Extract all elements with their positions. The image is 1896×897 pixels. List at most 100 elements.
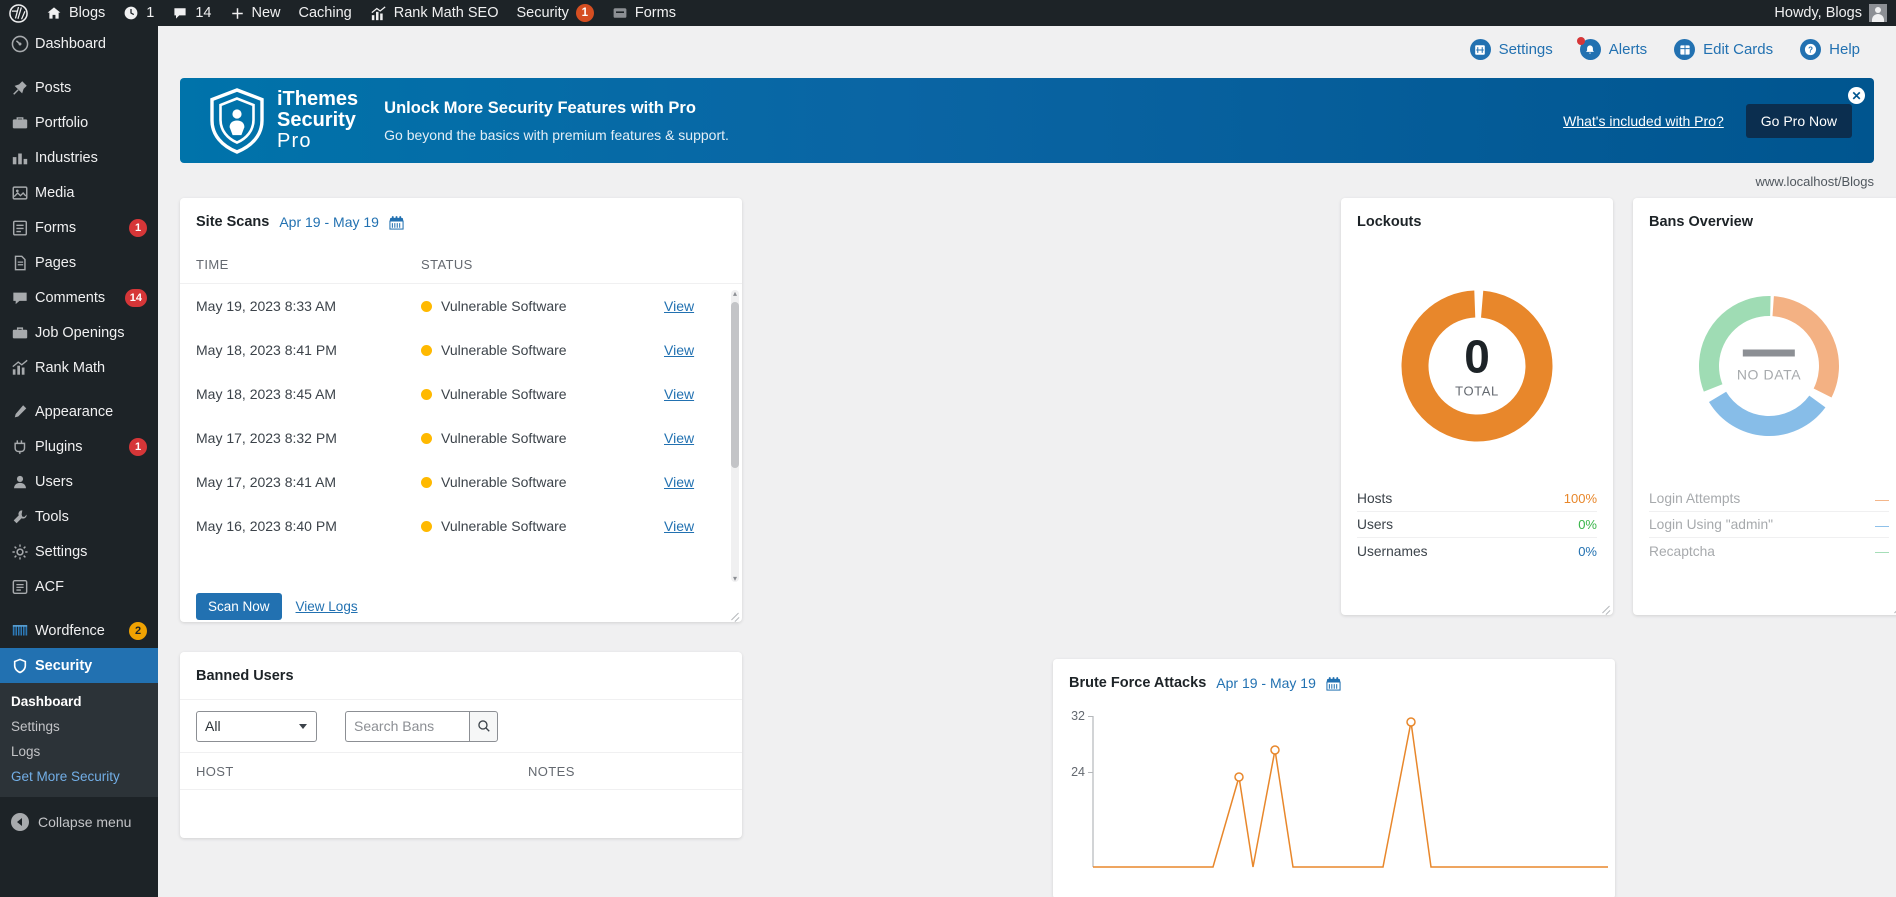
lockouts-stats-list: Hosts 100% Users 0% Usernames 0% xyxy=(1341,486,1613,574)
date-range-label[interactable]: Apr 19 - May 19 xyxy=(279,214,379,230)
card-resize-handle[interactable] xyxy=(1892,602,1896,613)
table-row[interactable]: May 18, 2023 8:41 PM Vulnerable Software… xyxy=(180,328,742,372)
whats-included-link[interactable]: What's included with Pro? xyxy=(1563,113,1724,129)
ithemes-shield-icon xyxy=(208,87,266,154)
toolbar-settings-button[interactable]: Settings xyxy=(1469,39,1553,60)
security-menu[interactable]: Security 1 xyxy=(507,0,602,26)
data-point xyxy=(1270,745,1280,755)
comments-menu[interactable]: 14 xyxy=(163,0,220,26)
menu-separator xyxy=(0,385,158,394)
calendar-icon[interactable] xyxy=(389,215,404,230)
sidebar-label: Plugins xyxy=(35,438,83,455)
sidebar-label: Posts xyxy=(35,79,72,96)
sidebar-item-media[interactable]: Media xyxy=(0,175,158,210)
sidebar-item-security[interactable]: Security xyxy=(0,648,166,683)
card-resize-handle[interactable] xyxy=(1600,602,1611,613)
view-link[interactable]: View xyxy=(664,518,694,534)
view-link[interactable]: View xyxy=(664,386,694,402)
stat-value: 0% xyxy=(1578,543,1597,559)
sidebar-item-posts[interactable]: Posts xyxy=(0,70,158,105)
submenu-item-get-more-security[interactable]: Get More Security xyxy=(0,764,158,789)
collapse-menu-label: Collapse menu xyxy=(38,814,132,830)
table-row[interactable]: May 18, 2023 8:45 AM Vulnerable Software… xyxy=(180,372,742,416)
view-link[interactable]: View xyxy=(664,298,694,314)
table-row[interactable]: May 19, 2023 8:33 AM Vulnerable Software… xyxy=(180,284,742,328)
forms-menu[interactable]: Forms xyxy=(603,0,685,26)
scan-now-button[interactable]: Scan Now xyxy=(196,592,282,620)
scan-time: May 18, 2023 8:45 AM xyxy=(196,386,337,402)
view-link[interactable]: View xyxy=(664,474,694,490)
list-item: Users 0% xyxy=(1357,512,1597,538)
status-dot-icon xyxy=(421,344,432,356)
submenu-item-settings[interactable]: Settings xyxy=(0,714,158,739)
toolbar-label: Alerts xyxy=(1608,41,1648,58)
sidebar-item-industries[interactable]: Industries xyxy=(0,140,158,175)
ban-filter-select[interactable]: All xyxy=(196,710,317,742)
table-row[interactable]: May 16, 2023 8:40 PM Vulnerable Software… xyxy=(180,504,742,548)
scrollbar-track[interactable]: ▴ ▾ xyxy=(731,289,739,583)
shield-icon xyxy=(11,657,35,675)
sidebar-item-acf[interactable]: ACF xyxy=(0,569,158,604)
security-submenu: Dashboard Settings Logs Get More Securit… xyxy=(0,683,158,797)
sidebar-item-comments[interactable]: Comments 14 xyxy=(0,280,158,315)
calendar-icon[interactable] xyxy=(1326,676,1341,691)
sliders-icon xyxy=(1469,39,1491,60)
view-link[interactable]: View xyxy=(664,342,694,358)
scan-time: May 16, 2023 8:40 PM xyxy=(196,518,337,534)
scrollbar-thumb[interactable] xyxy=(731,302,739,468)
sidebar-item-settings[interactable]: Settings xyxy=(0,534,158,569)
sidebar-item-portfolio[interactable]: Portfolio xyxy=(0,105,158,140)
wp-logo-menu[interactable] xyxy=(0,0,37,26)
scan-status: Vulnerable Software xyxy=(421,430,664,446)
scroll-down-arrow-icon[interactable]: ▾ xyxy=(731,574,739,583)
sidebar-label: Comments xyxy=(35,289,106,306)
submenu-item-logs[interactable]: Logs xyxy=(0,739,158,764)
close-icon[interactable]: ✕ xyxy=(1848,87,1865,104)
stat-label: Usernames xyxy=(1357,543,1428,559)
toolbar-edit-cards-button[interactable]: Edit Cards xyxy=(1674,39,1773,60)
search-button[interactable] xyxy=(469,710,498,742)
card-resize-handle[interactable] xyxy=(729,609,740,620)
card-header: Site Scans Apr 19 - May 19 xyxy=(180,198,742,246)
view-logs-link[interactable]: View Logs xyxy=(296,599,358,614)
caching-menu[interactable]: Caching xyxy=(290,0,361,26)
sidebar-item-plugins[interactable]: Plugins 1 xyxy=(0,429,158,464)
scan-status-label: Vulnerable Software xyxy=(441,298,567,314)
view-link[interactable]: View xyxy=(664,430,694,446)
site-name-menu[interactable]: Blogs xyxy=(37,0,114,26)
rank-math-menu[interactable]: Rank Math SEO xyxy=(361,0,508,26)
my-account-menu[interactable]: Howdy, Blogs xyxy=(1765,0,1896,26)
go-pro-now-button[interactable]: Go Pro Now xyxy=(1745,103,1852,138)
sidebar-label: Media xyxy=(35,184,75,201)
comments-icon xyxy=(11,289,35,307)
scan-status: Vulnerable Software xyxy=(421,298,664,314)
table-row[interactable]: May 17, 2023 8:41 AM Vulnerable Software… xyxy=(180,460,742,504)
sidebar-badge: 2 xyxy=(129,621,147,640)
submenu-item-dashboard[interactable]: Dashboard xyxy=(0,689,158,714)
search-bans-input[interactable] xyxy=(345,710,469,742)
table-row[interactable]: May 17, 2023 8:32 PM Vulnerable Software… xyxy=(180,416,742,460)
sidebar-item-tools[interactable]: Tools xyxy=(0,499,158,534)
sidebar-item-pages[interactable]: Pages xyxy=(0,245,158,280)
svg-text:?: ? xyxy=(1808,46,1813,55)
sidebar-item-users[interactable]: Users xyxy=(0,464,158,499)
promo-headline: Unlock More Security Features with Pro xyxy=(384,98,696,117)
date-range-label[interactable]: Apr 19 - May 19 xyxy=(1216,675,1316,691)
logo-line-3: Pro xyxy=(277,129,312,152)
sidebar-label: Settings xyxy=(35,543,88,560)
sidebar-item-dashboard[interactable]: Dashboard xyxy=(0,26,158,61)
admin-content-area: Settings Alerts Edit Cards ? Help iTheme… xyxy=(158,26,1896,897)
toolbar-help-button[interactable]: ? Help xyxy=(1800,39,1860,60)
new-content-menu[interactable]: New xyxy=(221,0,290,26)
collapse-menu-button[interactable]: Collapse menu xyxy=(0,805,158,839)
toolbar-alerts-button[interactable]: Alerts xyxy=(1576,37,1648,60)
scroll-up-arrow-icon[interactable]: ▴ xyxy=(731,289,739,298)
sidebar-item-job-openings[interactable]: Job Openings xyxy=(0,315,158,350)
sidebar-item-appearance[interactable]: Appearance xyxy=(0,394,158,429)
site-name-label: Blogs xyxy=(69,5,106,21)
sidebar-item-forms[interactable]: Forms 1 xyxy=(0,210,158,245)
sidebar-item-rank-math[interactable]: Rank Math xyxy=(0,350,158,385)
chart-plot-area xyxy=(1092,716,1608,868)
sidebar-item-wordfence[interactable]: Wordfence 2 xyxy=(0,613,158,648)
updates-menu[interactable]: 1 xyxy=(114,0,163,26)
